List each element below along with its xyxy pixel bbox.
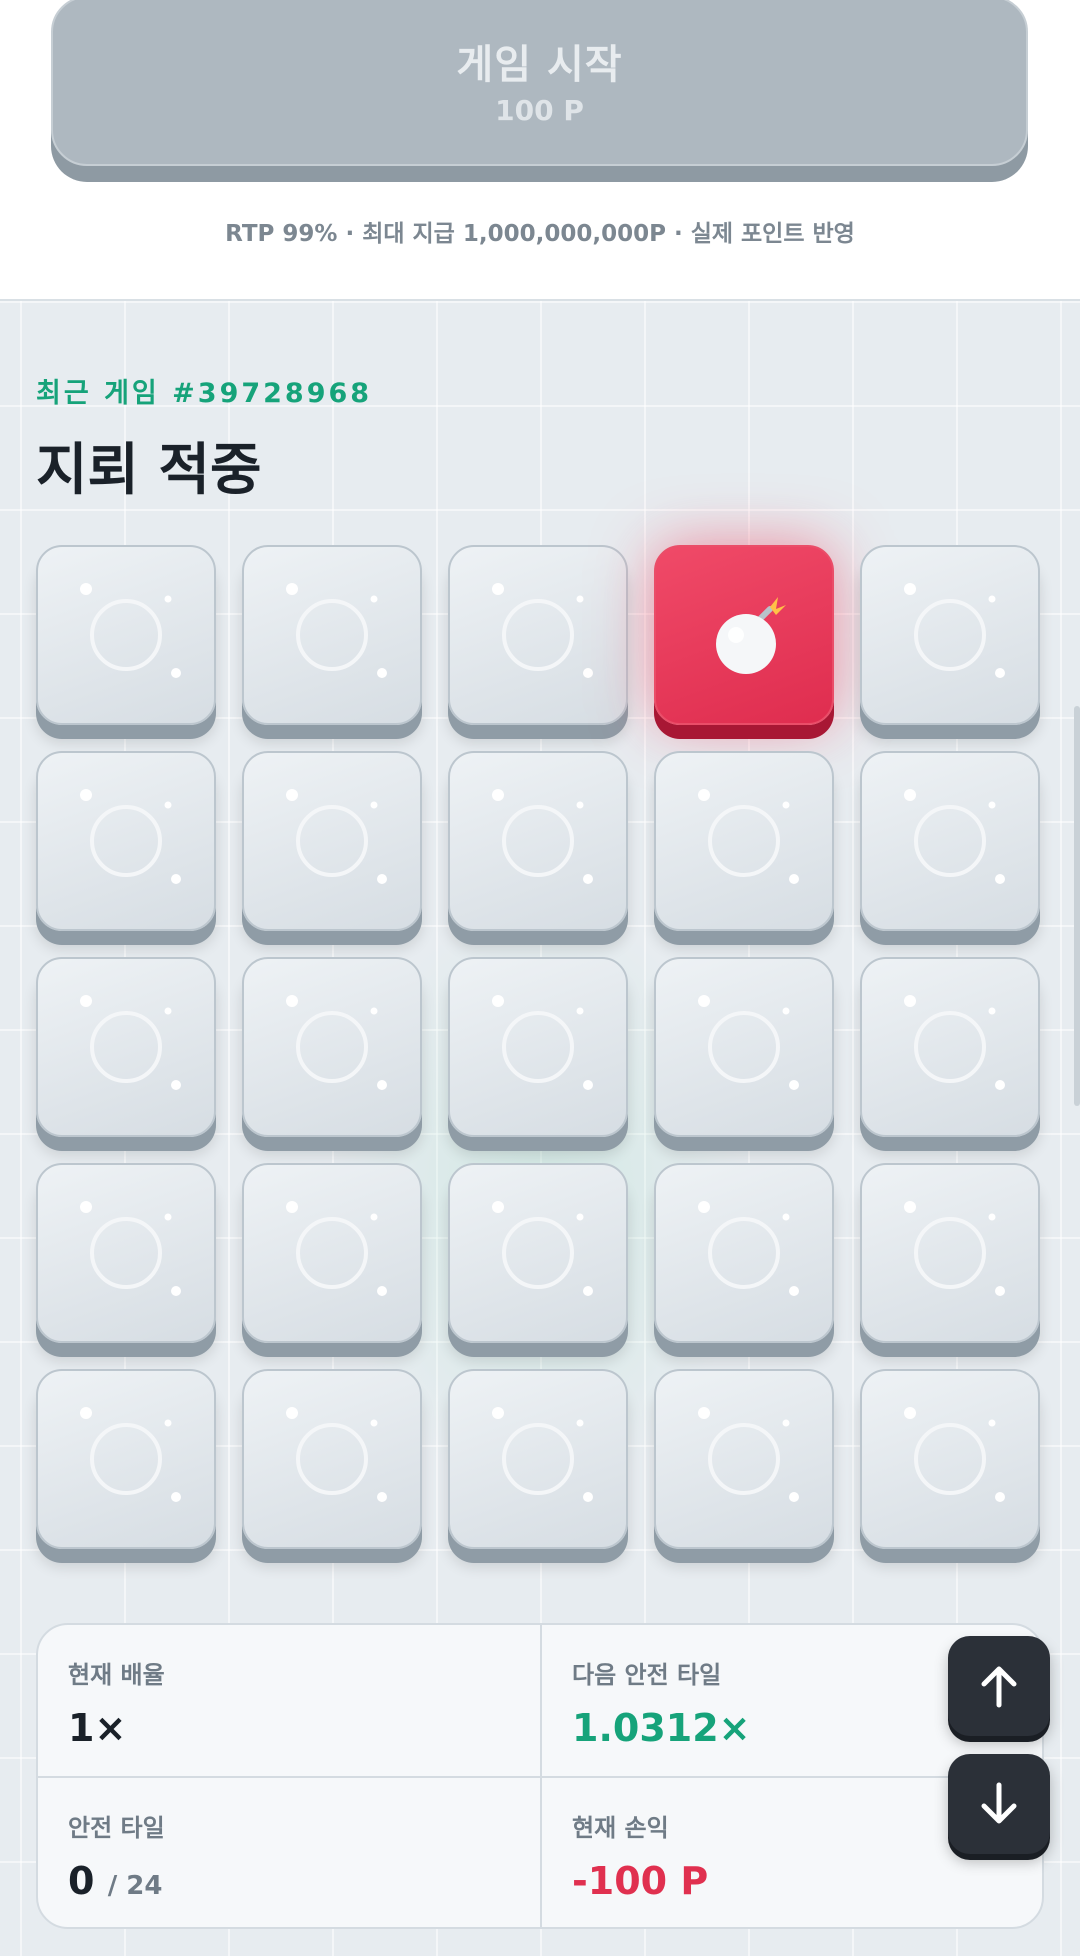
- safe-tiles-label: 안전 타일: [68, 1814, 165, 1842]
- mine-grid: [36, 545, 1044, 1553]
- arrow-down-icon: [981, 1782, 1017, 1824]
- stats-card: 현재 배율 1× 다음 안전 타일 1.0312× 안전 타일 0 / 24 현…: [36, 1623, 1044, 1929]
- tile-hidden[interactable]: [242, 751, 422, 931]
- tile-hidden[interactable]: [448, 1163, 628, 1343]
- scroll-up-button[interactable]: [948, 1636, 1050, 1736]
- current-multiplier-value: 1×: [68, 1706, 127, 1750]
- tile-hidden[interactable]: [36, 751, 216, 931]
- tile-bomb[interactable]: [654, 545, 834, 725]
- tile-hidden[interactable]: [448, 957, 628, 1137]
- current-multiplier-label: 현재 배율: [68, 1661, 165, 1689]
- stat-current-pnl: 현재 손익 -100 P: [572, 1808, 708, 1903]
- current-pnl-label: 현재 손익: [572, 1814, 669, 1842]
- scroll-down-button[interactable]: [948, 1754, 1050, 1854]
- stats-divider-horizontal: [38, 1776, 1042, 1778]
- safe-tiles-value-row: 0 / 24: [68, 1859, 165, 1903]
- tile-hidden[interactable]: [36, 1369, 216, 1549]
- stat-next-safe: 다음 안전 타일 1.0312×: [572, 1655, 750, 1750]
- stat-current-multiplier: 현재 배율 1×: [68, 1655, 165, 1750]
- tile-hidden[interactable]: [242, 957, 422, 1137]
- tile-hidden[interactable]: [654, 751, 834, 931]
- tile-hidden[interactable]: [654, 957, 834, 1137]
- tile-hidden[interactable]: [36, 957, 216, 1137]
- start-game-button[interactable]: 게임 시작 100 P: [51, 0, 1028, 166]
- tile-hidden[interactable]: [448, 545, 628, 725]
- game-info-line: RTP 99% · 최대 지급 1,000,000,000P · 실제 포인트 …: [225, 221, 855, 247]
- tile-hidden[interactable]: [448, 1369, 628, 1549]
- current-pnl-value: -100 P: [572, 1859, 709, 1903]
- game-panel: 최근 게임 #39728968 지뢰 적중 현재 배율 1× 다음 안전 타일 …: [0, 299, 1080, 1956]
- tile-hidden[interactable]: [654, 1369, 834, 1549]
- arrow-up-icon: [981, 1666, 1017, 1708]
- tile-hidden[interactable]: [860, 1369, 1040, 1549]
- recent-game-label: 최근 게임 #39728968: [36, 378, 373, 409]
- next-safe-value: 1.0312×: [572, 1706, 751, 1750]
- safe-tiles-total: / 24: [107, 1871, 163, 1901]
- tile-hidden[interactable]: [654, 1163, 834, 1343]
- tile-hidden[interactable]: [860, 957, 1040, 1137]
- start-game-label: 게임 시작: [456, 42, 623, 88]
- tile-hidden[interactable]: [860, 751, 1040, 931]
- tile-hidden[interactable]: [860, 545, 1040, 725]
- tile-hidden[interactable]: [448, 751, 628, 931]
- tile-hidden[interactable]: [242, 1163, 422, 1343]
- panel-scrollbar[interactable]: [1074, 706, 1080, 1106]
- tile-hidden[interactable]: [860, 1163, 1040, 1343]
- next-safe-label: 다음 안전 타일: [572, 1661, 722, 1689]
- tile-hidden[interactable]: [36, 545, 216, 725]
- tile-hidden[interactable]: [242, 1369, 422, 1549]
- result-title: 지뢰 적중: [36, 438, 262, 503]
- stat-safe-tiles: 안전 타일 0 / 24: [68, 1808, 165, 1903]
- tile-hidden[interactable]: [242, 545, 422, 725]
- start-game-cost: 100 P: [495, 94, 584, 127]
- safe-tiles-count: 0: [68, 1859, 95, 1903]
- tile-hidden[interactable]: [36, 1163, 216, 1343]
